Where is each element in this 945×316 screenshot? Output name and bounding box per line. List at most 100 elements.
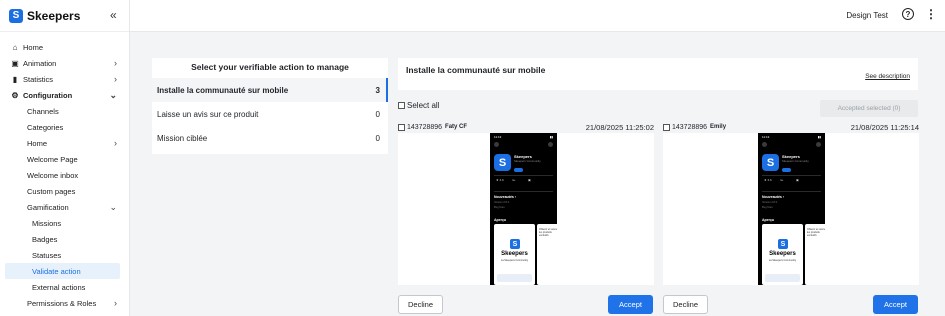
- sidebar-item-label: Gamification: [27, 202, 69, 212]
- chevron-right-icon: ›: [114, 298, 117, 308]
- actions-panel-title: Select your verifiable action to manage: [191, 62, 349, 72]
- sidebar-item-label: Welcome inbox: [27, 170, 79, 180]
- top-bar: Design Test ? ⋮: [130, 0, 945, 32]
- app-icon: S: [494, 154, 511, 171]
- home-icon: ⌂: [12, 42, 18, 52]
- preview-shot-2: Obtenir et suivre les produits exclusifs: [537, 224, 557, 285]
- user-name[interactable]: Design Test: [846, 11, 888, 20]
- submission-card: 143728896 Emily 21/08/2025 11:25:14 11:1…: [663, 121, 919, 287]
- back-icon: [762, 142, 767, 147]
- action-label: Installe la communauté sur mobile: [157, 85, 289, 95]
- divider: [762, 191, 821, 192]
- share-icon: [548, 142, 553, 147]
- sidebar-item-missions[interactable]: Missions: [0, 215, 129, 231]
- submission-checkbox[interactable]: [398, 123, 405, 131]
- divider: [494, 175, 553, 176]
- action-item[interactable]: Laisse un avis sur ce produit 0: [152, 102, 388, 126]
- app-subtitle: Skeepers Community: [514, 159, 541, 163]
- accept-button[interactable]: Accept: [873, 295, 918, 314]
- chevron-right-icon: ›: [114, 58, 117, 68]
- submission-screenshot[interactable]: 11:13 ▮▮ S Skeepers Skeepers Community ★ …: [663, 133, 919, 285]
- get-app-button: [514, 168, 523, 172]
- select-all-checkbox[interactable]: [398, 102, 405, 109]
- phone-status-bar: 11:13 ▮▮: [494, 135, 553, 139]
- chevron-right-icon: ›: [114, 138, 117, 148]
- skeepers-logo-icon: S: [510, 239, 520, 249]
- select-all-label: Select all: [407, 101, 440, 110]
- whats-new-heading: Nouveautés ›: [762, 195, 784, 199]
- sidebar-item-label: Permissions & Roles: [27, 298, 97, 308]
- accept-selected-button[interactable]: Accepted selected (0): [820, 100, 918, 117]
- calendar-icon: ▣: [11, 58, 19, 68]
- sidebar-item-welcome-page[interactable]: Welcome Page: [0, 151, 129, 167]
- submission-meta: 143728896 Emily 21/08/2025 11:25:14: [663, 121, 919, 133]
- sidebar-item-validate-action[interactable]: Validate action: [5, 263, 120, 279]
- phone-screenshot: 11:13 ▮▮ S Skeepers Skeepers Community ★ …: [758, 133, 825, 285]
- action-label: Laisse un avis sur ce produit: [157, 109, 259, 119]
- action-item[interactable]: Installe la communauté sur mobile 3: [152, 78, 388, 102]
- divider: [494, 191, 553, 192]
- chevron-down-icon: ⌄: [109, 89, 117, 100]
- sidebar-item-permissions-roles[interactable]: Permissions & Roles ›: [0, 295, 129, 311]
- sidebar-item-label: Missions: [32, 218, 62, 228]
- submission-date: 21/08/2025 11:25:14: [850, 122, 919, 132]
- preview-tagline: La Skeepers Community: [768, 259, 797, 262]
- submission-id: 143728896: [407, 123, 443, 131]
- select-all[interactable]: Select all: [398, 101, 439, 110]
- chart-stat: ▣: [796, 178, 799, 182]
- get-app-button: [782, 168, 791, 172]
- action-item[interactable]: Mission ciblée 0: [152, 126, 388, 150]
- sidebar-item-external-actions[interactable]: External actions: [0, 279, 129, 295]
- app-subtitle: Skeepers Community: [782, 159, 809, 163]
- preview-tab-bar: [765, 274, 800, 282]
- sidebar-item-badges[interactable]: Badges: [0, 231, 129, 247]
- action-count: 0: [375, 109, 380, 119]
- help-icon[interactable]: ?: [902, 8, 914, 20]
- more-menu-icon[interactable]: ⋮: [925, 7, 937, 21]
- preview-shot: S Skeepers La Skeepers Community: [494, 224, 535, 285]
- collapse-sidebar-icon[interactable]: «: [110, 8, 117, 22]
- preview-app-name: Skeepers: [769, 251, 796, 257]
- sidebar-item-label: Welcome Page: [27, 154, 78, 164]
- sidebar-item-home[interactable]: ⌂ Home: [0, 39, 129, 55]
- sidebar-item-custom-pages[interactable]: Custom pages: [0, 183, 129, 199]
- action-label: Mission ciblée: [157, 133, 208, 143]
- sidebar-item-label: External actions: [32, 282, 86, 292]
- age-stat: 4+: [512, 178, 516, 182]
- sidebar-item-animation[interactable]: ▣ Animation ›: [0, 55, 129, 71]
- sidebar-item-statuses[interactable]: Statuses: [0, 247, 129, 263]
- preview-shot-2: Obtenir et suivre les produits exclusifs: [805, 224, 825, 285]
- sidebar-item-welcome-inbox[interactable]: Welcome inbox: [0, 167, 129, 183]
- phone-screenshot: 11:13 ▮▮ S Skeepers Skeepers Community ★ …: [490, 133, 557, 285]
- share-icon: [816, 142, 821, 147]
- age-stat: 4+: [780, 178, 784, 182]
- submission-meta: 143728896 Faty CF 21/08/2025 11:25:02: [398, 121, 654, 133]
- rating-stat: ★ 4.6: [496, 178, 504, 182]
- sidebar-item-label: Statistics: [23, 74, 54, 84]
- sidebar-item-categories[interactable]: Categories: [0, 119, 129, 135]
- sidebar-item-label: Configuration: [23, 90, 73, 100]
- submission-screenshot[interactable]: 11:13 ▮▮ S Skeepers Skeepers Community ★ …: [398, 133, 654, 285]
- submission-checkbox[interactable]: [663, 123, 670, 131]
- version-note: Bug fixes: [494, 206, 505, 209]
- sidebar-item-label: Badges: [32, 234, 58, 244]
- preview-text: Obtenir et suivre les produits exclusifs: [807, 228, 825, 238]
- sidebar-item-configuration[interactable]: ⚙ Configuration ⌄: [0, 87, 129, 103]
- action-detail-header: Installe la communauté sur mobile See de…: [398, 58, 918, 90]
- see-description-link[interactable]: See description: [865, 73, 910, 80]
- sidebar-item-config-home[interactable]: Home ›: [0, 135, 129, 151]
- sidebar-item-label: Animation: [23, 58, 57, 68]
- sidebar-item-channels[interactable]: Channels: [0, 103, 129, 119]
- sidebar-item-label: Channels: [27, 106, 59, 116]
- sidebar-item-label: Home: [27, 138, 48, 148]
- sidebar-item-gamification[interactable]: Gamification ⌄: [0, 199, 129, 215]
- decline-button[interactable]: Decline: [663, 295, 708, 314]
- submission-user: Emily: [710, 124, 727, 130]
- sidebar-item-statistics[interactable]: ▮ Statistics ›: [0, 71, 129, 87]
- submission-date: 21/08/2025 11:25:02: [585, 122, 654, 132]
- skeepers-logo-icon: S: [778, 239, 788, 249]
- preview-tab-bar: [497, 274, 532, 282]
- decline-button[interactable]: Decline: [398, 295, 443, 314]
- chevron-right-icon: ›: [114, 74, 117, 84]
- accept-button[interactable]: Accept: [608, 295, 653, 314]
